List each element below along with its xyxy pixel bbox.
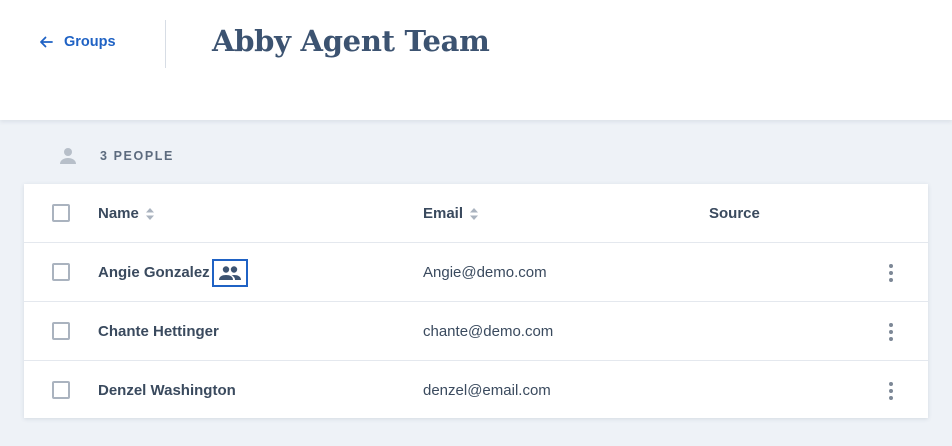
- back-to-groups-link[interactable]: Groups: [38, 34, 116, 50]
- back-link-label: Groups: [64, 34, 116, 50]
- people-count: 3 PEOPLE: [100, 149, 174, 163]
- more-vertical-icon: [889, 264, 893, 268]
- row-actions-button[interactable]: [888, 264, 894, 282]
- source-column-header: Source: [709, 184, 760, 243]
- table-header-row: Name Email Source: [24, 184, 928, 243]
- person-email: denzel@email.com: [423, 382, 551, 399]
- people-count-row: 3 PEOPLE: [58, 146, 174, 166]
- group-badge[interactable]: [211, 258, 248, 287]
- person-email: chante@demo.com: [423, 323, 554, 340]
- page-header: Groups Abby Agent Team: [0, 0, 952, 120]
- table-row[interactable]: Chante Hettinger chante@demo.com: [24, 302, 928, 361]
- person-name: Angie Gonzalez: [98, 264, 210, 281]
- row-actions-button[interactable]: [888, 323, 894, 341]
- group-icon: [218, 265, 241, 280]
- source-column-label: Source: [709, 205, 760, 222]
- more-vertical-icon: [889, 382, 893, 386]
- table-row[interactable]: Angie Gonzalez Angie@demo.com: [24, 243, 928, 302]
- arrow-left-icon: [40, 36, 53, 48]
- person-name-cell: Chante Hettinger: [98, 302, 219, 361]
- person-name-cell: Angie Gonzalez: [98, 243, 248, 302]
- person-name-cell: Denzel Washington: [98, 361, 236, 420]
- person-email: Angie@demo.com: [423, 264, 547, 281]
- select-all-checkbox[interactable]: [52, 204, 70, 222]
- email-column-header[interactable]: Email: [423, 184, 479, 243]
- table-row[interactable]: Denzel Washington denzel@email.com: [24, 361, 928, 420]
- people-table: Name Email Source Angie Gonzalez Angie@d…: [24, 184, 928, 418]
- name-column-label: Name: [98, 205, 139, 222]
- row-actions-button[interactable]: [888, 382, 894, 400]
- person-icon: [60, 148, 76, 164]
- row-checkbox[interactable]: [52, 322, 70, 340]
- sort-icon[interactable]: [145, 206, 155, 222]
- person-name: Chante Hettinger: [98, 323, 219, 340]
- email-column-label: Email: [423, 205, 464, 222]
- more-vertical-icon: [889, 323, 893, 327]
- person-name: Denzel Washington: [98, 382, 236, 399]
- row-checkbox[interactable]: [52, 263, 70, 281]
- row-checkbox[interactable]: [52, 381, 70, 399]
- page-title: Abby Agent Team: [212, 24, 490, 58]
- header-divider: [165, 20, 166, 68]
- sort-icon[interactable]: [469, 206, 479, 222]
- name-column-header[interactable]: Name: [98, 184, 155, 243]
